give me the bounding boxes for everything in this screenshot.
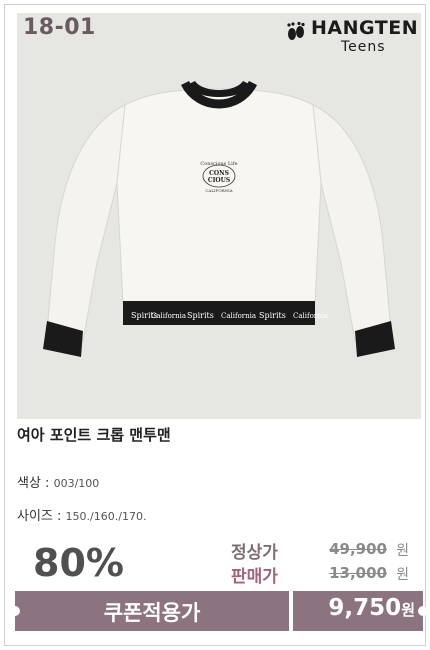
sale-price-row: 판매가 13,000 원: [219, 562, 409, 587]
discount-rate: 80%: [33, 541, 124, 585]
brand-logo: HANGTEN Teens: [285, 17, 418, 63]
chest-print-text: CIOUS: [208, 177, 230, 184]
regular-price-row: 정상가 49,900 원: [219, 538, 409, 563]
brand-name: HANGTEN: [311, 17, 419, 39]
regular-price-currency: 원: [396, 543, 409, 559]
coupon-final-price-box[interactable]: 9,750원: [293, 591, 428, 631]
size-spec: 사이즈 : 150./160./170.: [17, 505, 146, 524]
sale-price: 13,000: [329, 564, 387, 582]
chest-print-text: CONS: [209, 170, 229, 177]
product-code: 18-01: [23, 15, 96, 40]
price-block: 정상가 49,900 원 판매가 13,000 원: [219, 538, 409, 587]
final-price-value: 9,750: [328, 595, 402, 621]
hem-text: California: [151, 312, 186, 320]
ticket-notch: [418, 606, 428, 616]
final-price-currency: 원: [401, 601, 415, 619]
regular-price-label: 정상가: [231, 543, 278, 563]
hem-text: Spirits: [259, 311, 286, 320]
coupon-label: 쿠폰적용가: [103, 601, 201, 625]
coupon-price-bar[interactable]: 쿠폰적용가: [10, 591, 289, 631]
product-title[interactable]: 여아 포인트 크롭 맨투맨: [17, 424, 171, 445]
hem-text: California: [221, 312, 256, 320]
brand-subtitle: Teens: [341, 39, 386, 55]
sale-price-label: 판매가: [231, 567, 278, 587]
product-card[interactable]: Spirits California Spirits California Sp…: [4, 4, 428, 646]
sweatshirt-image: Spirits California Spirits California Sp…: [43, 80, 395, 357]
hem-text: California: [293, 312, 328, 320]
hem-text: Spirits: [187, 311, 214, 320]
color-spec: 색상 : 003/100: [17, 472, 99, 491]
color-value: 003/100: [53, 477, 100, 490]
size-value: 150./160./170.: [65, 510, 147, 523]
footprint-icon: [287, 21, 305, 40]
regular-price: 49,900: [329, 540, 387, 558]
sale-price-currency: 원: [396, 567, 409, 583]
chest-print-text: CALIFORNIA: [205, 188, 232, 193]
product-image[interactable]: Spirits California Spirits California Sp…: [17, 13, 421, 419]
size-label: 사이즈 :: [17, 509, 62, 524]
final-price: 9,750원: [328, 595, 415, 621]
color-label: 색상 :: [17, 476, 50, 491]
chest-print-text: Conscious Life: [200, 161, 237, 167]
